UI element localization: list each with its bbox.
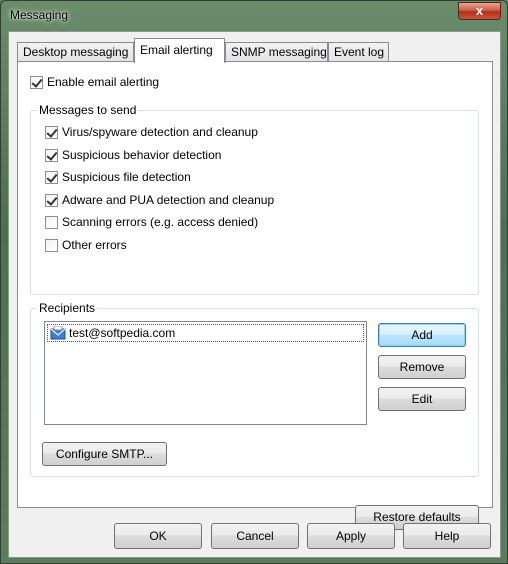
checkbox-box[interactable] [45,215,58,229]
configure-smtp-button[interactable]: Configure SMTP... [42,442,167,466]
checkbox-box[interactable] [45,193,58,207]
cancel-button[interactable]: Cancel [211,523,299,549]
recipient-email: test@softpedia.com [69,326,176,340]
tab-snmp-messaging[interactable]: SNMP messaging [225,42,328,62]
checkbox-label: Scanning errors (e.g. access denied) [62,215,259,229]
ok-button[interactable]: OK [114,523,202,549]
checkbox-box[interactable] [45,238,58,252]
remove-button[interactable]: Remove [378,355,466,379]
group-label: Messages to send [37,103,139,117]
help-button[interactable]: Help [403,523,491,549]
other-errors-checkbox[interactable]: Other errors [45,237,127,253]
checkbox-label: Suspicious file detection [62,170,191,184]
messages-to-send-group: Messages to send Virus/spyware detection… [30,103,479,295]
tab-email-alerting[interactable]: Email alerting [134,38,225,63]
checkbox-box[interactable] [45,125,58,139]
list-item[interactable]: test@softpedia.com [47,324,364,342]
group-label: Recipients [37,301,98,315]
recipients-list[interactable]: test@softpedia.com [44,321,367,425]
suspicious-file-checkbox[interactable]: Suspicious file detection [45,169,191,185]
checkbox-label: Suspicious behavior detection [62,148,222,162]
edit-button[interactable]: Edit [378,387,466,411]
add-button[interactable]: Add [378,323,466,347]
suspicious-behavior-checkbox[interactable]: Suspicious behavior detection [45,147,221,163]
title-bar[interactable]: Messaging x [1,1,507,31]
checkbox-box[interactable] [45,148,58,162]
email-alerting-panel: Enable email alerting Messages to send V… [17,61,493,530]
checkbox-label: Adware and PUA detection and cleanup [62,193,275,207]
close-icon: x [475,3,484,18]
enable-email-alerting-checkbox[interactable]: Enable email alerting [30,74,159,90]
close-button[interactable]: x [458,2,501,20]
adware-pua-checkbox[interactable]: Adware and PUA detection and cleanup [45,192,274,208]
checkbox-box[interactable] [30,75,43,89]
window-title: Messaging [10,8,69,22]
virus-spyware-checkbox[interactable]: Virus/spyware detection and cleanup [45,124,258,140]
messaging-window: Messaging x Desktop messaging Email aler… [0,0,508,564]
tab-desktop-messaging[interactable]: Desktop messaging [17,42,134,62]
checkbox-box[interactable] [45,170,58,184]
checkbox-label: Enable email alerting [47,75,160,89]
scanning-errors-checkbox[interactable]: Scanning errors (e.g. access denied) [45,214,258,230]
tab-event-log[interactable]: Event log [328,42,389,62]
checkbox-label: Virus/spyware detection and cleanup [62,125,258,139]
dialog-client-area: Desktop messaging Email alerting SNMP me… [8,31,501,558]
checkbox-label: Other errors [62,238,127,252]
apply-button[interactable]: Apply [307,523,395,549]
email-icon [50,325,66,340]
